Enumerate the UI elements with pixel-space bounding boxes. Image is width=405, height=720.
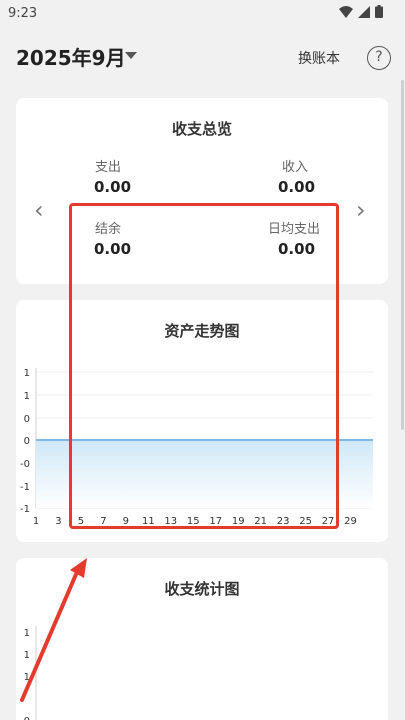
annotation-arrow [20,558,87,702]
